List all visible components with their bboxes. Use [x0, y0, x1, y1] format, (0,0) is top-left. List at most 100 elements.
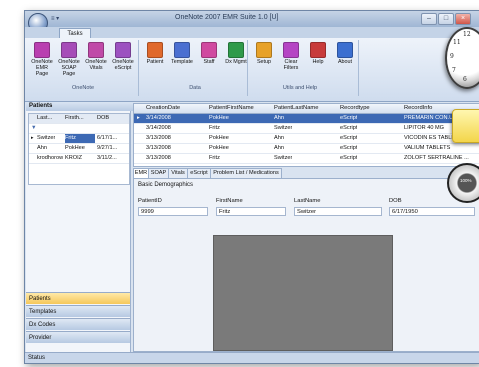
- record-last: Ahn: [274, 145, 284, 151]
- ribbon-button-label: OneNote Vitals: [85, 59, 107, 71]
- ribbon-tab-row: [25, 27, 479, 38]
- patient-photo: [213, 235, 393, 351]
- help-button[interactable]: Help: [305, 40, 331, 84]
- onenote-soap-icon: [61, 42, 77, 58]
- staff-button[interactable]: Staff: [196, 40, 222, 84]
- detail-panel: Basic Demographics PatientID FirstName L…: [133, 178, 479, 352]
- records-grid-header: CreationDate PatientFirstName PatientLas…: [134, 104, 479, 114]
- ribbon-button-label: About: [337, 59, 353, 65]
- onenote-soap-button[interactable]: OneNote SOAP Page: [56, 40, 82, 84]
- dob-field[interactable]: 6/17/1950: [389, 207, 475, 216]
- tab-vitals[interactable]: Vitals: [168, 168, 188, 178]
- funnel-icon[interactable]: ▼: [31, 124, 37, 133]
- dx-mgmt-button[interactable]: Dx Mgmt: [223, 40, 249, 84]
- patient-row[interactable]: Ahn PokHee 9/27/1...: [29, 144, 129, 154]
- nav-dx-codes[interactable]: Dx Codes: [26, 318, 130, 330]
- column-header-record-info[interactable]: RecordInfo: [404, 104, 432, 113]
- record-first: Fritz: [209, 125, 220, 131]
- ribbon-group-onenote: OneNote: [71, 85, 94, 91]
- record-first: PokHee: [209, 135, 229, 141]
- tab-escript[interactable]: eScript: [187, 168, 211, 178]
- window-title: OneNote 2007 EMR Suite 1.0 [U]: [175, 14, 279, 21]
- patients-filter-row[interactable]: ▼: [29, 124, 129, 134]
- nav-provider[interactable]: Provider: [26, 331, 130, 343]
- minimize-button[interactable]: –: [421, 13, 437, 25]
- patient-last: krodhorow: [37, 155, 64, 161]
- patient-last: Ahn: [37, 145, 47, 151]
- record-date: 3/14/2008: [146, 115, 171, 121]
- nav-patients[interactable]: Patients: [26, 292, 130, 304]
- column-header-dob[interactable]: DOB: [97, 114, 109, 123]
- record-last: Switzer: [274, 155, 293, 161]
- field-label-first-name: FirstName: [216, 198, 243, 204]
- ribbon-button-label: Dx Mgmt: [225, 59, 247, 65]
- ribbon-button-label: Patient: [146, 59, 164, 65]
- onenote-escript-button[interactable]: OneNote eScript: [110, 40, 136, 84]
- nav-templates[interactable]: Templates: [26, 305, 130, 317]
- clear-filters-icon: [283, 42, 299, 58]
- clock-number: 9: [450, 53, 454, 60]
- patient-first: Fritz: [65, 134, 95, 143]
- ribbon-button-label: OneNote SOAP Page: [58, 59, 80, 77]
- ribbon: OneNote EMR Page OneNote SOAP Page OneNote…: [25, 38, 479, 102]
- onenote-vitals-button[interactable]: OneNote Vitals: [83, 40, 109, 84]
- patient-first: PokHee: [65, 145, 85, 151]
- patient-row[interactable]: krodhorow KROIZ 3/11/2...: [29, 154, 129, 164]
- record-first: Fritz: [209, 155, 220, 161]
- patient-icon: [147, 42, 163, 58]
- record-type: eScript: [340, 155, 358, 161]
- patient-dob: 6/17/1...: [97, 135, 118, 141]
- patient-button[interactable]: Patient: [142, 40, 168, 84]
- setup-button[interactable]: Setup: [251, 40, 277, 84]
- record-type: eScript: [340, 145, 358, 151]
- maximize-button[interactable]: □: [438, 13, 454, 25]
- record-last: Ahn: [274, 115, 284, 121]
- last-name-field[interactable]: Switzer: [294, 207, 382, 216]
- column-header-record-type[interactable]: Recordtype: [340, 104, 370, 113]
- record-row[interactable]: ▸ 3/14/2008 PokHee Ahn eScript PREMARIN …: [134, 114, 479, 124]
- column-header-creation-date[interactable]: CreationDate: [146, 104, 180, 113]
- template-button[interactable]: Template: [169, 40, 195, 84]
- record-type: eScript: [340, 125, 358, 131]
- ribbon-button-label: Help: [312, 59, 324, 65]
- onenote-vitals-icon: [88, 42, 104, 58]
- clock-number: 7: [452, 67, 456, 74]
- patient-last: Switzer: [37, 135, 56, 141]
- sticky-note-gadget[interactable]: [452, 109, 479, 143]
- column-header-patient-first[interactable]: PatientFirstName: [209, 104, 254, 113]
- close-button[interactable]: ×: [455, 13, 471, 25]
- record-date: 3/13/2008: [146, 155, 171, 161]
- patient-id-field[interactable]: 9999: [138, 207, 208, 216]
- ribbon-group-separator: [138, 40, 139, 96]
- column-header-patient-last[interactable]: PatientLastName: [274, 104, 318, 113]
- first-name-field[interactable]: Fritz: [216, 207, 286, 216]
- template-icon: [174, 42, 190, 58]
- column-header-last[interactable]: Last...: [37, 114, 52, 123]
- column-header-first[interactable]: Firsth...: [65, 114, 84, 123]
- clear-filters-button[interactable]: Clear Filters: [278, 40, 304, 84]
- ribbon-group-separator: [358, 40, 359, 96]
- record-row[interactable]: 3/14/2008 Fritz Switzer eScript LIPITOR …: [134, 124, 479, 134]
- tab-soap[interactable]: SOAP: [148, 168, 169, 178]
- record-row[interactable]: 3/13/2008 PokHee Ahn eScript VICODIN ES …: [134, 134, 479, 144]
- record-first: PokHee: [209, 145, 229, 151]
- tab-emr[interactable]: EMR: [133, 168, 149, 178]
- quick-access-toolbar[interactable]: ≡ ▾: [51, 15, 151, 24]
- record-date: 3/13/2008: [146, 135, 171, 141]
- field-label-dob: DOB: [389, 198, 402, 204]
- record-row[interactable]: 3/13/2008 PokHee Ahn eScript VALIUM TABL…: [134, 144, 479, 154]
- ribbon-button-label: Template: [171, 59, 193, 65]
- record-first: PokHee: [209, 115, 229, 121]
- onenote-emr-button[interactable]: OneNote EMR Page: [29, 40, 55, 84]
- clock-number: 11: [453, 39, 461, 46]
- patient-dob: 9/27/1...: [97, 145, 118, 151]
- tab-problem-list[interactable]: Problem List / Medications: [210, 168, 282, 178]
- record-row[interactable]: 3/13/2008 Fritz Switzer eScript ZOLOFT S…: [134, 154, 479, 164]
- clock-number: 6: [463, 76, 467, 83]
- patients-grid: Last... Firsth... DOB ▼ ▸ Switzer Fritz …: [28, 113, 130, 185]
- about-button[interactable]: About: [332, 40, 358, 84]
- onenote-escript-icon: [115, 42, 131, 58]
- patient-row[interactable]: ▸ Switzer Fritz 6/17/1...: [29, 134, 129, 144]
- cpu-meter-gadget[interactable]: [447, 163, 479, 203]
- ribbon-button-label: Staff: [203, 59, 215, 65]
